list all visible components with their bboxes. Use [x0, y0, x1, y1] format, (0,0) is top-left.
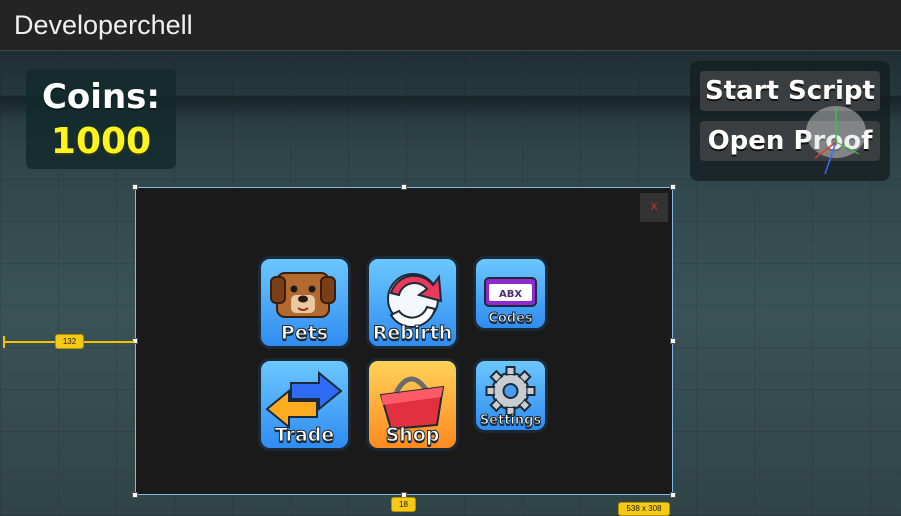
trade-button[interactable]: Trade [258, 358, 351, 451]
trade-label: Trade [274, 424, 335, 447]
resize-handle-bottom-right[interactable] [670, 492, 676, 498]
coins-panel: Coins: 1000 [26, 69, 176, 169]
close-menu-button[interactable]: X [640, 193, 668, 222]
resize-handle-bottom-left[interactable] [132, 492, 138, 498]
resize-handle-right[interactable] [670, 338, 676, 344]
codes-icon-text: ABX [499, 289, 522, 300]
resize-handle-top-right[interactable] [670, 184, 676, 190]
shop-label: Shop [385, 424, 440, 447]
transform-gizmo-icon[interactable] [803, 102, 869, 182]
pets-label: Pets [280, 322, 329, 345]
coins-label: Coins: [41, 77, 160, 117]
settings-label: Settings [479, 413, 542, 429]
size-badge: 538 x 308 [618, 502, 670, 516]
window-title: Developerchell [14, 10, 193, 40]
bottom-offset-badge: 18 [391, 497, 416, 512]
left-offset-badge: 132 [55, 334, 84, 349]
resize-handle-top-left[interactable] [132, 184, 138, 190]
title-bar: Developerchell [0, 0, 901, 51]
resize-handle-top[interactable] [401, 184, 407, 190]
rebirth-label: Rebirth [372, 322, 453, 345]
pets-button[interactable]: Pets [258, 256, 351, 349]
settings-button[interactable]: Settings [473, 358, 548, 433]
coins-value: 1000 [50, 121, 152, 162]
codes-button[interactable]: ABX Codes [473, 256, 548, 331]
rebirth-button[interactable]: Rebirth [366, 256, 459, 349]
codes-label: Codes [488, 311, 533, 327]
shop-button[interactable]: Shop [366, 358, 459, 451]
